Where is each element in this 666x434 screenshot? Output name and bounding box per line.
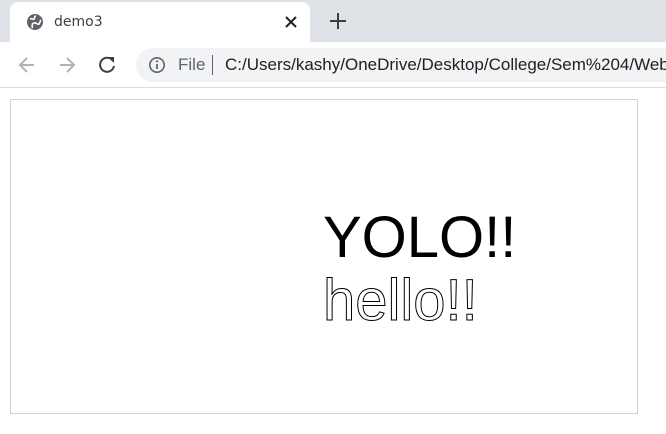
- tab-strip: demo3: [0, 0, 666, 42]
- url-text[interactable]: C:/Users/kashy/OneDrive/Desktop/College/…: [225, 55, 666, 75]
- globe-icon: [27, 14, 43, 30]
- url-scheme: File: [178, 55, 206, 74]
- page-viewport: YOLO!! hello!!: [0, 89, 666, 434]
- tab-title: demo3: [54, 14, 103, 30]
- reload-icon[interactable]: [96, 54, 118, 76]
- info-icon[interactable]: [148, 56, 166, 74]
- tab-demo3[interactable]: demo3: [10, 2, 310, 42]
- close-icon[interactable]: [282, 13, 300, 31]
- back-arrow-icon[interactable]: [16, 54, 38, 76]
- outlined-text: hello!!: [323, 268, 478, 333]
- browser-toolbar: File C:/Users/kashy/OneDrive/Desktop/Col…: [0, 42, 666, 88]
- canvas-drawing: YOLO!! hello!!: [323, 205, 517, 334]
- forward-arrow-icon[interactable]: [56, 54, 78, 76]
- drawing-canvas: YOLO!! hello!!: [10, 99, 638, 414]
- address-bar[interactable]: File C:/Users/kashy/OneDrive/Desktop/Col…: [136, 48, 666, 82]
- filled-text: YOLO!!: [323, 205, 516, 270]
- scheme-separator: [212, 55, 213, 75]
- plus-icon[interactable]: [327, 10, 349, 32]
